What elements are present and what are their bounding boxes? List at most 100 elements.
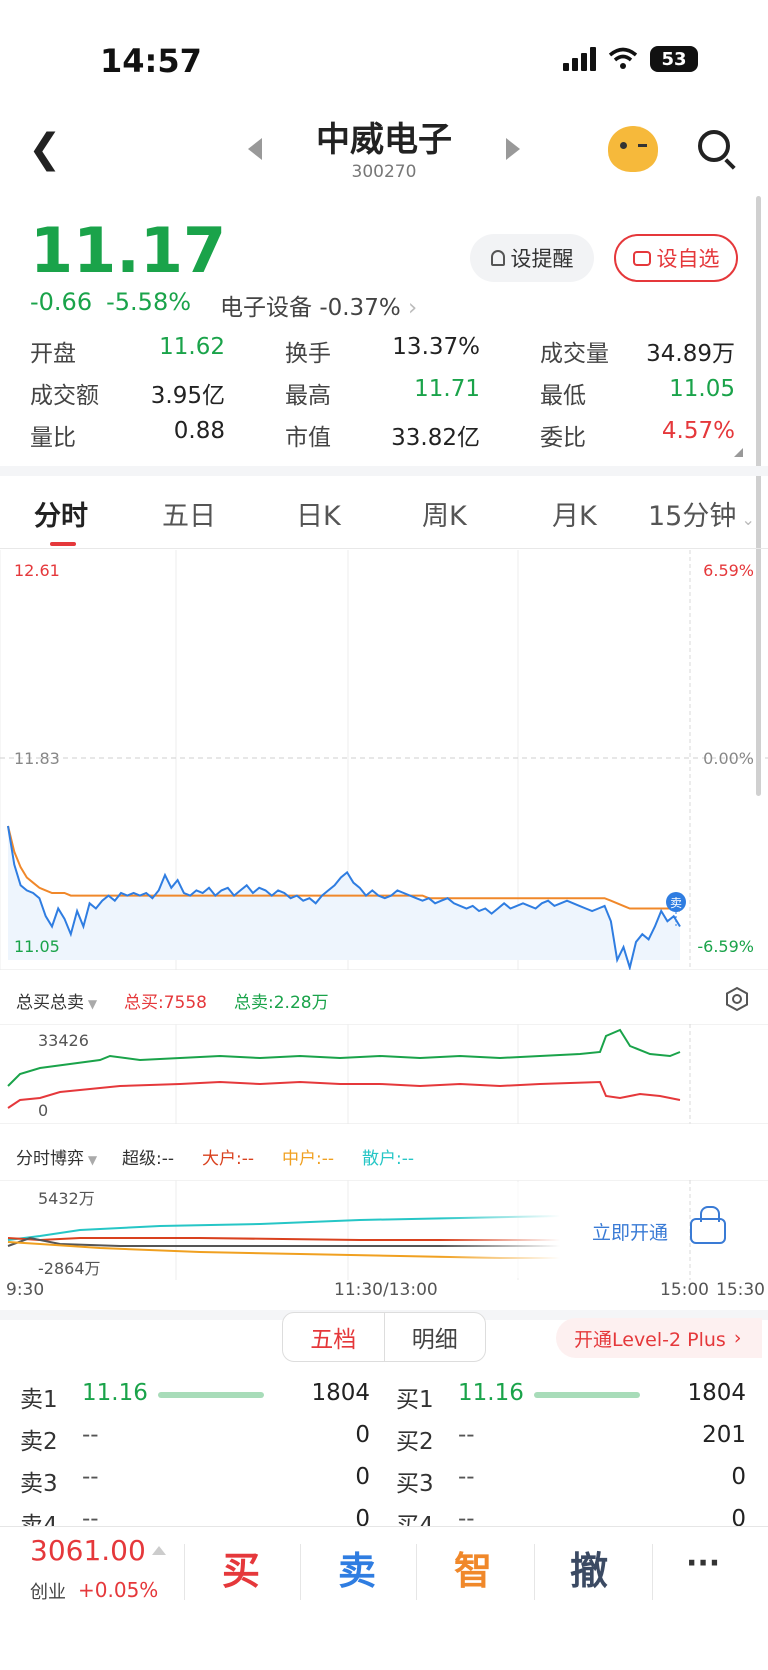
level-label: 卖1: [20, 1387, 58, 1413]
stat-value: 33.82亿: [391, 425, 480, 451]
level-volume: 201: [702, 1422, 746, 1448]
tab-intraday[interactable]: 分时: [34, 494, 88, 533]
retail-legend: 散户:--: [362, 1149, 414, 1169]
signal-icon: [563, 47, 596, 71]
large-legend: 大户:--: [202, 1149, 254, 1169]
level-label: 买1: [396, 1387, 434, 1413]
stat-value: 3.95亿: [150, 383, 225, 409]
game-y-bottom: -2864万: [38, 1259, 101, 1278]
game-indicator-select[interactable]: 分时博弈 ▼: [16, 1144, 97, 1169]
stat-key: 最高: [285, 383, 331, 409]
unlock-now-link[interactable]: 立即开通: [592, 1218, 668, 1245]
stat-key: 最低: [540, 383, 586, 409]
expand-corner-icon[interactable]: [734, 448, 743, 457]
stat-value: 13.37%: [392, 334, 480, 360]
index-value[interactable]: 3061.00: [30, 1534, 146, 1567]
active-tab-indicator: [50, 542, 76, 546]
stats-row: 量比 0.88 市值 33.82亿 委比 4.57%: [30, 414, 740, 456]
tab-monthly-k[interactable]: 月K: [552, 494, 597, 533]
level-volume-bar: [158, 1392, 264, 1398]
stat-value: 11.05: [669, 376, 735, 402]
lock-icon[interactable]: [690, 1206, 726, 1244]
level-label: 卖3: [20, 1471, 58, 1497]
sector-link[interactable]: 电子设备 -0.37% ›: [220, 288, 417, 322]
time-label-close: 15:00: [660, 1280, 709, 1300]
intraday-chart[interactable]: 12.61 11.83 11.05 6.59% 0.00% -6.59% 卖: [0, 550, 768, 970]
time-label-after: 15:30: [716, 1280, 765, 1300]
stock-code: 300270: [351, 162, 417, 182]
stat-key: 换手: [285, 341, 331, 367]
smart-order-button[interactable]: 智: [454, 1540, 492, 1595]
price-change: -0.66 -5.58%: [30, 288, 205, 316]
chevron-down-icon: ▼: [84, 1153, 98, 1167]
level-price: 11.16: [458, 1380, 524, 1406]
sell-level-row[interactable]: 卖2 -- 0: [20, 1416, 370, 1458]
bell-icon: [490, 250, 505, 266]
stat-key: 成交额: [30, 383, 99, 409]
buy-level-row[interactable]: 买1 11.16 1804: [396, 1374, 746, 1416]
tab-15min[interactable]: 15分钟 ⌄: [648, 494, 755, 533]
more-icon[interactable]: ···: [686, 1546, 720, 1581]
game-title: 分时博弈: [16, 1149, 84, 1169]
level-volume-bar: [534, 1392, 640, 1398]
pct-label-top: 6.59%: [703, 561, 754, 580]
buy-sell-y-top: 33426: [38, 1031, 89, 1050]
sell-marker-label: 卖: [670, 896, 682, 910]
settings-icon[interactable]: [724, 986, 750, 1012]
tab-weekly-k[interactable]: 周K: [422, 494, 467, 533]
stat-key: 成交量: [540, 341, 609, 367]
tab-details[interactable]: 明细: [383, 1313, 486, 1361]
chart-period-tabs: 分时 五日 日K 周K 月K 15分钟 ⌄: [0, 494, 768, 550]
level-label: 卖2: [20, 1429, 58, 1455]
cancel-order-button[interactable]: 撤: [570, 1540, 608, 1595]
super-legend: 超级:--: [122, 1149, 174, 1169]
mascot-icon[interactable]: [608, 126, 658, 172]
level-price: --: [458, 1422, 475, 1448]
chevron-down-icon: ▼: [84, 997, 98, 1011]
buy-orders: 买111.161804买2--201买3--0买4--0: [396, 1374, 746, 1542]
y-label-top: 12.61: [14, 561, 60, 580]
tab-five-day[interactable]: 五日: [162, 494, 216, 533]
buy-sell-chart[interactable]: 33426 0: [0, 1024, 768, 1124]
pct-label-mid: 0.00%: [703, 749, 754, 768]
sell-level-row[interactable]: 卖3 -- 0: [20, 1458, 370, 1500]
stat-value: 0.88: [173, 418, 225, 444]
level-label: 买2: [396, 1429, 434, 1455]
add-favorite-button[interactable]: 设自选: [614, 234, 738, 282]
level-volume: 0: [355, 1422, 370, 1448]
level-volume: 0: [355, 1464, 370, 1490]
tab-daily-k[interactable]: 日K: [296, 494, 341, 533]
time-label-midday: 11:30/13:00: [334, 1280, 438, 1300]
stat-key: 市值: [285, 425, 331, 451]
next-stock-icon[interactable]: [506, 138, 520, 160]
level-volume: 0: [731, 1464, 746, 1490]
total-buy-line: [7, 1080, 681, 1109]
level-volume: 1804: [311, 1380, 370, 1406]
indicator-title: 总买总卖: [16, 993, 84, 1013]
tabs-divider: [0, 548, 768, 549]
battery-icon: 53: [650, 46, 698, 72]
buy-button[interactable]: 买: [222, 1540, 260, 1595]
tab-five-levels[interactable]: 五档: [283, 1313, 384, 1361]
wifi-icon: [608, 47, 638, 69]
status-time: 14:57: [100, 42, 202, 80]
divider: [534, 1544, 535, 1600]
level2-label: 开通Level-2 Plus: [574, 1328, 726, 1351]
buy-sell-y-bottom: 0: [38, 1101, 48, 1120]
chevron-right-icon: ›: [733, 1327, 742, 1349]
stats-row: 开盘 11.62 换手 13.37% 成交量 34.89万: [30, 330, 740, 372]
set-alert-button[interactable]: 设提醒: [470, 234, 594, 282]
buy-sell-indicator-select[interactable]: 总买总卖 ▼: [16, 988, 97, 1013]
search-icon[interactable]: [698, 130, 730, 162]
buy-level-row[interactable]: 买2 -- 201: [396, 1416, 746, 1458]
sell-button[interactable]: 卖: [338, 1540, 376, 1595]
stats-table: 开盘 11.62 换手 13.37% 成交量 34.89万 成交额 3.95亿 最高 11…: [30, 330, 740, 456]
level2-upgrade-button[interactable]: 开通Level-2 Plus ›: [556, 1318, 762, 1358]
stat-key: 开盘: [30, 341, 76, 367]
y-label-bottom: 11.05: [14, 937, 60, 956]
buy-level-row[interactable]: 买3 -- 0: [396, 1458, 746, 1500]
stat-key: 量比: [30, 425, 76, 451]
total-sell-legend: 总卖:2.28万: [234, 993, 329, 1013]
tab-15min-label: 15分钟: [648, 501, 737, 532]
sell-level-row[interactable]: 卖1 11.16 1804: [20, 1374, 370, 1416]
